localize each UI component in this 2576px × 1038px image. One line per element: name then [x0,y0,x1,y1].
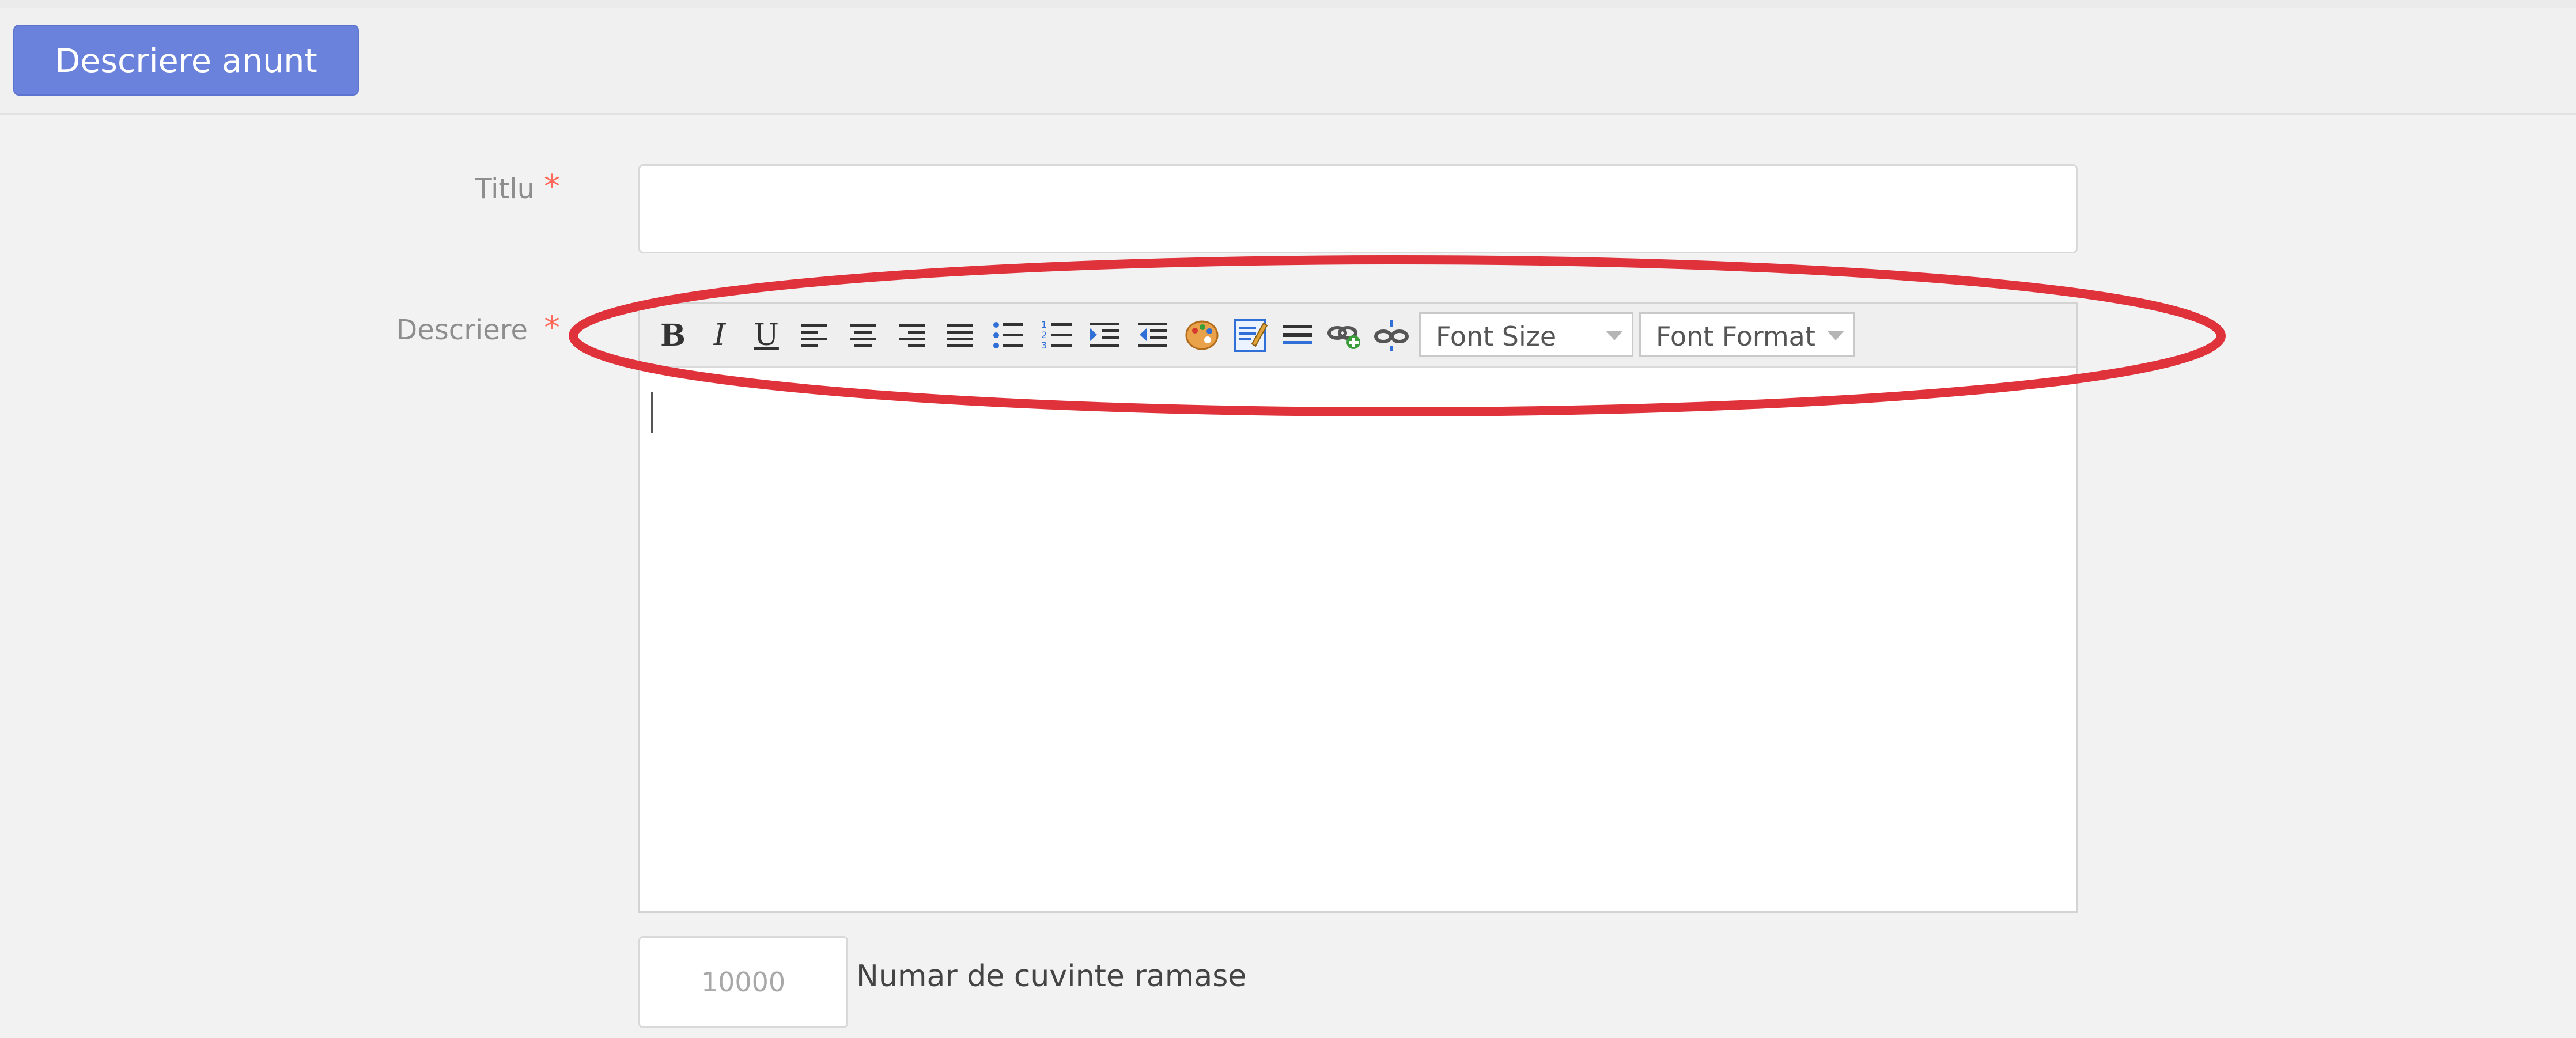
section-header: Descriere anunt [0,8,2576,115]
underline-button[interactable]: U [746,315,786,356]
unlink-icon[interactable] [1372,315,1412,356]
align-left-icon[interactable] [795,315,835,356]
title-required-mark: * [544,168,560,206]
italic-button[interactable]: I [699,315,740,356]
outdent-icon[interactable] [1133,315,1174,356]
text-caret [651,392,653,433]
editor-toolbar: B I U 123 Font Size Font Format [640,304,2076,368]
insert-link-icon[interactable] [1325,315,1365,356]
align-right-icon[interactable] [891,315,932,356]
svg-text:3: 3 [1041,340,1047,351]
edit-html-icon[interactable] [1230,315,1270,356]
bold-button[interactable]: B [653,315,693,356]
description-required-mark: * [544,309,560,347]
color-palette-icon[interactable] [1182,315,1222,356]
bullet-list-icon[interactable] [988,315,1028,356]
word-counter-field: 10000 [638,936,848,1028]
title-label: Titlu [475,173,535,205]
font-size-select-label: Font Size [1436,321,1557,352]
description-editor[interactable]: B I U 123 Font Size Font Format [638,302,2078,913]
align-justify-icon[interactable] [940,315,980,356]
editor-content-area[interactable] [640,368,2076,911]
align-center-icon[interactable] [843,315,883,356]
svg-text:2: 2 [1041,329,1047,340]
top-strip [0,0,2576,8]
chevron-down-icon [1828,331,1844,340]
title-input[interactable] [638,164,2078,253]
indent-icon[interactable] [1085,315,1125,356]
svg-text:1: 1 [1041,319,1047,330]
description-label: Descriere [396,314,528,346]
font-size-select[interactable]: Font Size [1419,312,1633,357]
chevron-down-icon [1606,331,1622,340]
horizontal-rule-icon[interactable] [1277,315,1318,356]
section-tab-descriere-anunt[interactable]: Descriere anunt [13,25,359,96]
word-counter-label: Numar de cuvinte ramase [856,959,1247,994]
numbered-list-icon[interactable]: 123 [1037,315,1077,356]
font-format-select[interactable]: Font Format [1639,312,1855,357]
font-format-select-label: Font Format [1656,321,1815,352]
